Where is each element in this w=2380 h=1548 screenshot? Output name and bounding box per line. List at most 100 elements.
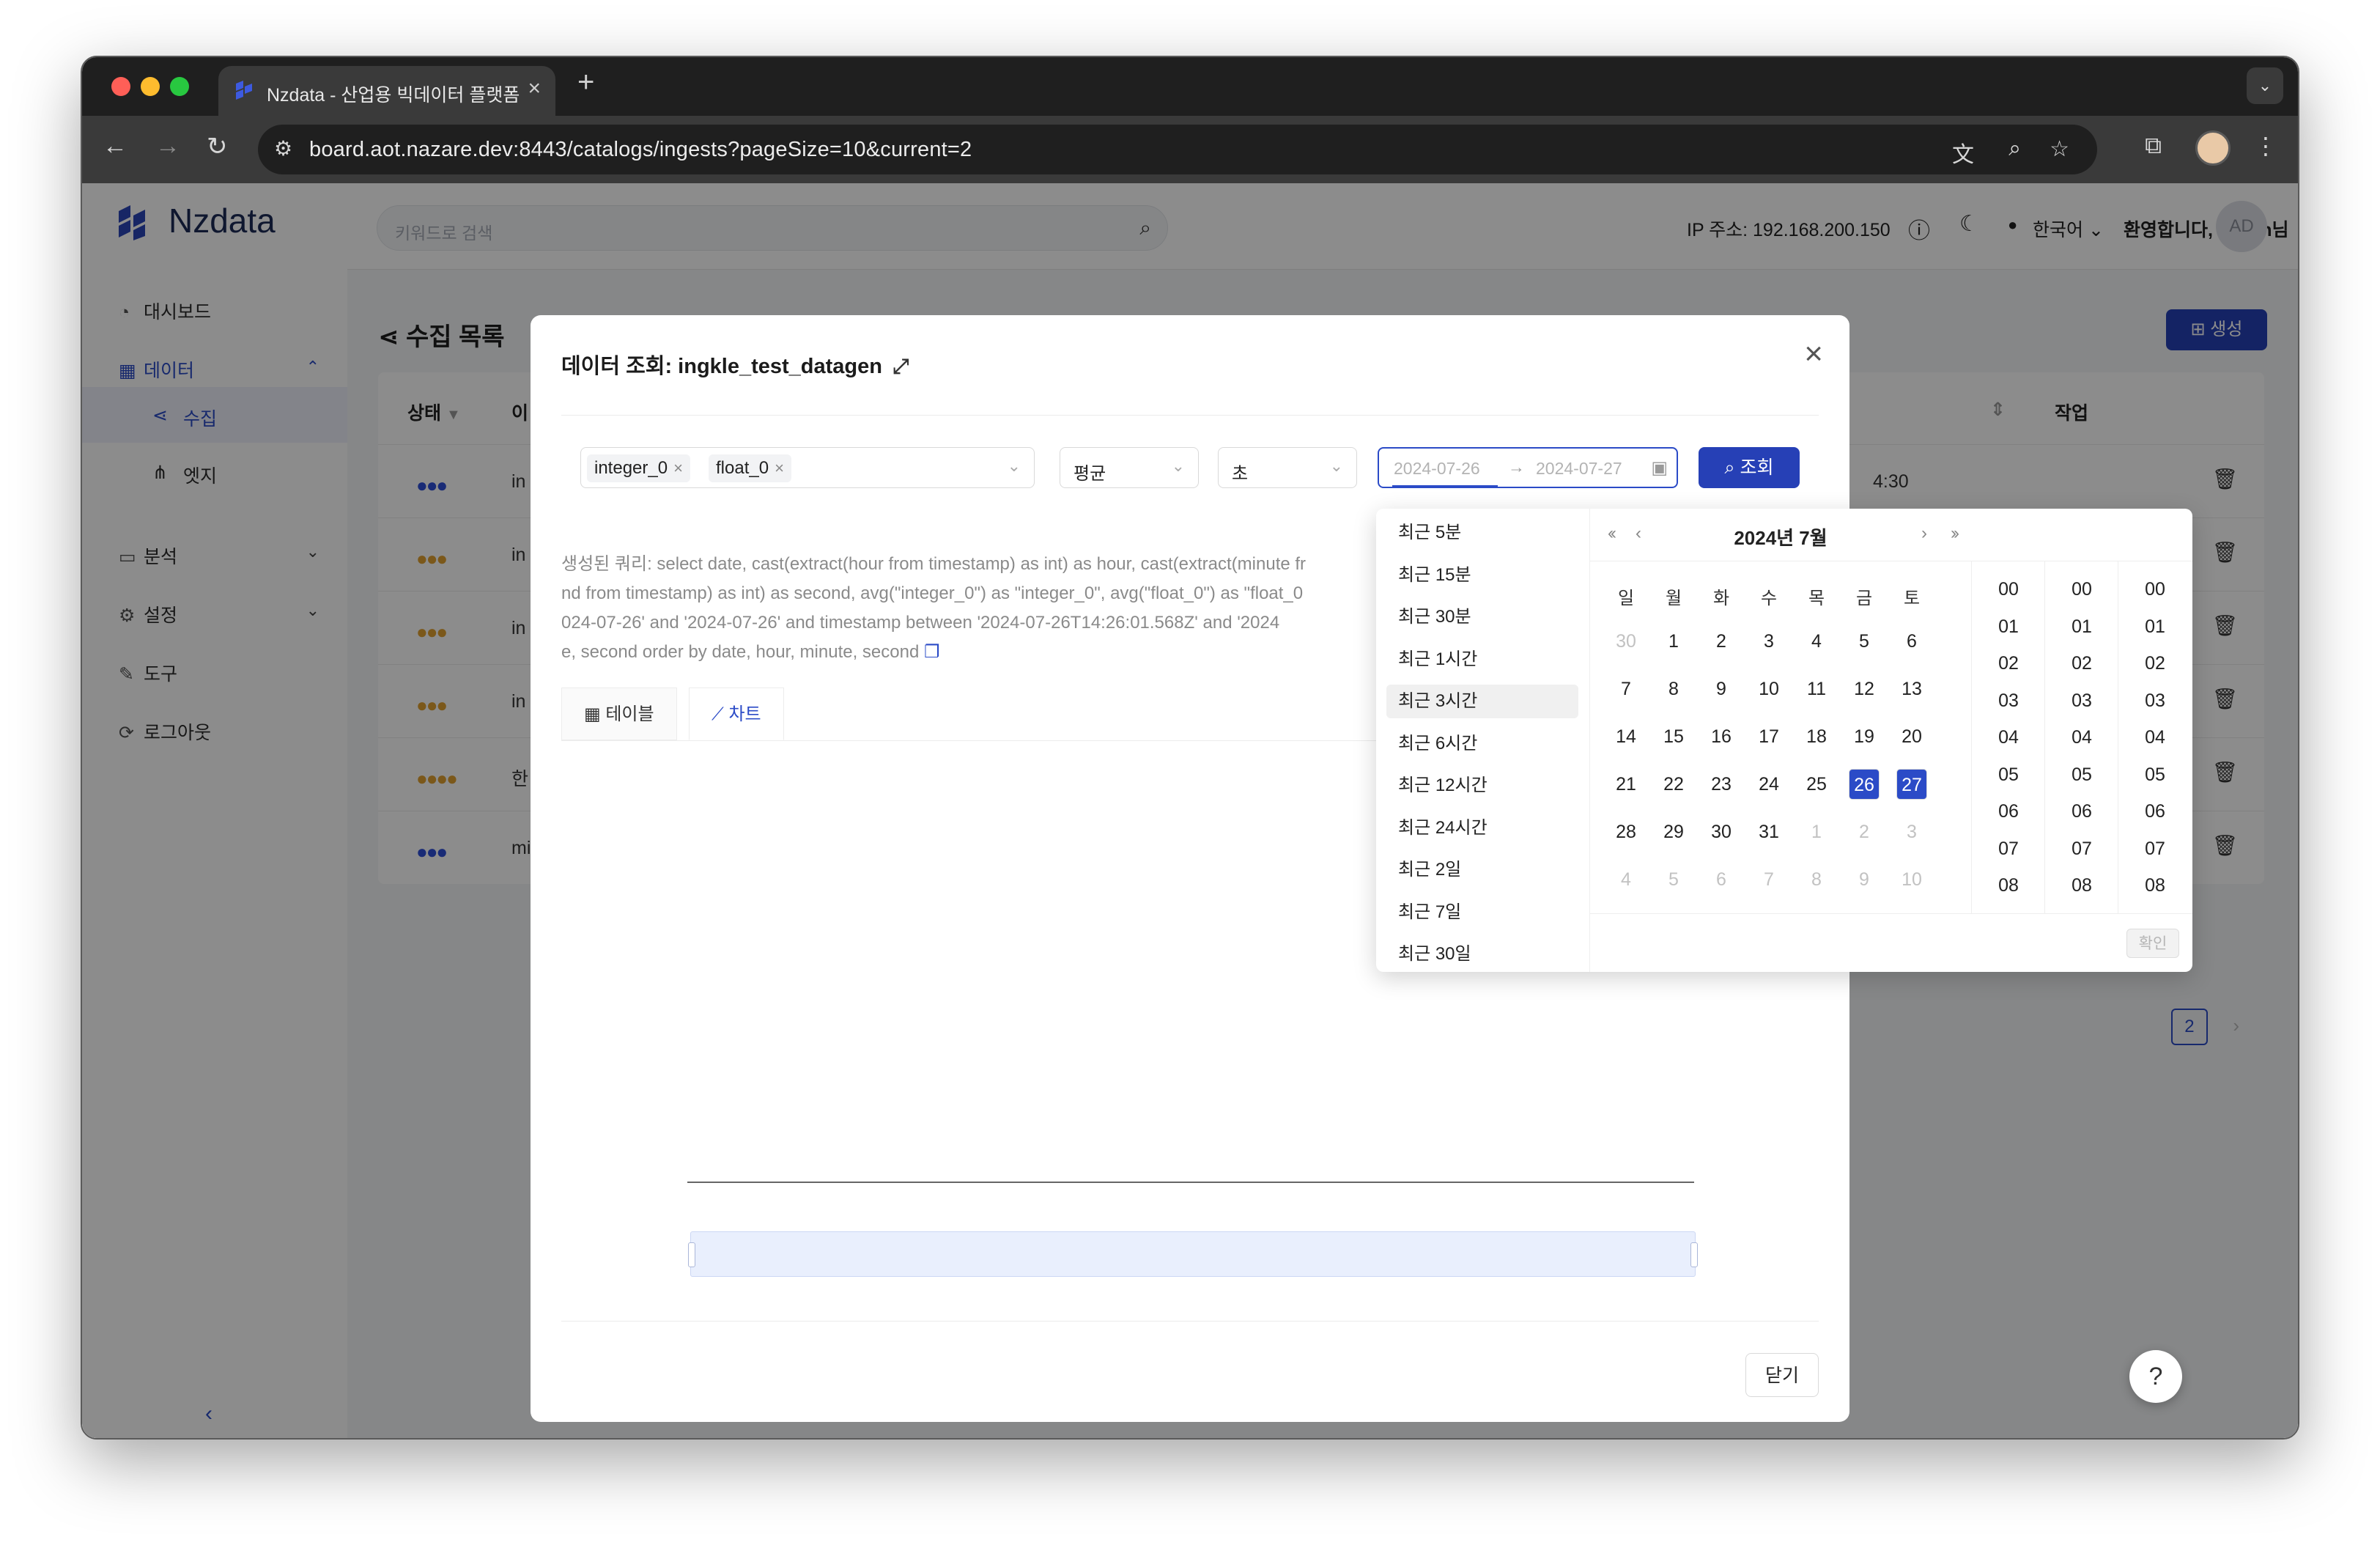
close-button[interactable]: 닫기 (1745, 1353, 1819, 1397)
tab-chart[interactable]: ⟋ 차트 (689, 688, 784, 740)
next-year-icon[interactable]: ›› (1951, 523, 1959, 544)
time-option[interactable]: 06 (1972, 801, 2045, 822)
translate-icon[interactable]: 文 (1952, 136, 1974, 169)
calendar-day[interactable]: 2 (1849, 817, 1880, 847)
preset-item[interactable]: 최근 24시간 (1386, 811, 1578, 845)
preset-item[interactable]: 최근 2일 (1386, 853, 1578, 887)
calendar-day[interactable]: 6 (1706, 864, 1737, 895)
time-option[interactable]: 08 (2045, 875, 2118, 896)
calendar-day[interactable]: 24 (1753, 769, 1784, 800)
time-option[interactable]: 04 (2045, 727, 2118, 748)
address-bar[interactable]: ⚙ board.aot.nazare.dev:8443/catalogs/ing… (258, 125, 2097, 174)
next-month-icon[interactable]: › (1921, 523, 1927, 544)
calendar-day[interactable]: 19 (1849, 721, 1880, 752)
time-option[interactable]: 00 (1972, 579, 2045, 600)
time-option[interactable]: 04 (1972, 727, 2045, 748)
close-icon[interactable]: × (1804, 336, 1823, 372)
calendar-day[interactable]: 3 (1753, 626, 1784, 657)
close-window-button[interactable] (111, 77, 130, 96)
zoom-handle-right[interactable] (1690, 1242, 1698, 1267)
calendar-day-selected[interactable]: 27 (1896, 769, 1927, 800)
close-tab-icon[interactable]: × (528, 76, 541, 101)
calendar-day[interactable]: 9 (1849, 864, 1880, 895)
time-option[interactable]: 05 (1972, 764, 2045, 786)
calendar-day[interactable]: 6 (1896, 626, 1927, 657)
time-option[interactable]: 05 (2045, 764, 2118, 786)
calendar-day[interactable]: 4 (1801, 626, 1832, 657)
zoom-icon[interactable]: ⌕ (2008, 136, 2021, 161)
time-option[interactable]: 03 (2045, 690, 2118, 712)
time-option[interactable]: 01 (1972, 616, 2045, 638)
calendar-day[interactable]: 21 (1611, 769, 1641, 800)
time-option[interactable]: 00 (2045, 579, 2118, 600)
confirm-button[interactable]: 확인 (2126, 929, 2179, 958)
browser-tab[interactable]: Nzdata - 산업용 빅데이터 플랫폼 × (218, 66, 555, 116)
date-range-picker[interactable]: 2024-07-26 → 2024-07-27 ▣ (1378, 447, 1678, 488)
time-option[interactable]: 01 (2045, 616, 2118, 638)
calendar-day[interactable]: 23 (1706, 769, 1737, 800)
preset-item[interactable]: 최근 5분 (1386, 516, 1578, 550)
minimize-window-button[interactable] (141, 77, 160, 96)
calendar-day[interactable]: 8 (1658, 674, 1689, 704)
calendar-day[interactable]: 7 (1611, 674, 1641, 704)
profile-avatar[interactable] (2195, 130, 2231, 166)
calendar-day[interactable]: 13 (1896, 674, 1927, 704)
time-option[interactable]: 02 (1972, 653, 2045, 674)
remove-tag-icon[interactable]: × (775, 459, 784, 477)
calendar-day[interactable]: 11 (1801, 674, 1832, 704)
time-unit-select[interactable]: 초 ⌄ (1218, 447, 1357, 488)
calendar-day[interactable]: 3 (1896, 817, 1927, 847)
time-option[interactable]: 08 (2118, 875, 2192, 896)
calendar-day[interactable]: 25 (1801, 769, 1832, 800)
calendar-day[interactable]: 14 (1611, 721, 1641, 752)
time-option[interactable]: 03 (1972, 690, 2045, 712)
remove-tag-icon[interactable]: × (673, 459, 683, 477)
calendar-day[interactable]: 10 (1753, 674, 1784, 704)
time-option[interactable]: 00 (2118, 579, 2192, 600)
maximize-window-button[interactable] (170, 77, 189, 96)
calendar-day[interactable]: 22 (1658, 769, 1689, 800)
calendar-day[interactable]: 31 (1753, 817, 1784, 847)
calendar-day[interactable]: 29 (1658, 817, 1689, 847)
calendar-day[interactable]: 30 (1706, 817, 1737, 847)
calendar-day[interactable]: 4 (1611, 864, 1641, 895)
time-option[interactable]: 06 (2118, 801, 2192, 822)
bookmark-star-icon[interactable]: ☆ (2050, 136, 2069, 162)
range-start-input[interactable]: 2024-07-26 (1394, 459, 1480, 479)
time-option[interactable]: 08 (1972, 875, 2045, 896)
chart-zoom-slider[interactable] (688, 1231, 1698, 1277)
tab-search-button[interactable]: ⌄ (2247, 67, 2283, 104)
zoom-handle-left[interactable] (688, 1242, 695, 1267)
forward-icon[interactable]: → (155, 132, 180, 161)
help-icon[interactable]: ? (2129, 1350, 2182, 1403)
copy-icon[interactable]: ❐ (924, 642, 940, 662)
new-tab-button[interactable]: + (577, 66, 594, 99)
calendar-day[interactable]: 17 (1753, 721, 1784, 752)
calendar-day[interactable]: 9 (1706, 674, 1737, 704)
calendar-day[interactable]: 28 (1611, 817, 1641, 847)
calendar-day[interactable]: 30 (1611, 626, 1641, 657)
chrome-menu-icon[interactable]: ⋮ (2254, 132, 2277, 160)
preset-item[interactable]: 최근 30일 (1386, 937, 1578, 971)
time-option[interactable]: 07 (2045, 838, 2118, 860)
calendar-day[interactable]: 16 (1706, 721, 1737, 752)
calendar-day[interactable]: 1 (1658, 626, 1689, 657)
time-option[interactable]: 01 (2118, 616, 2192, 638)
reload-icon[interactable]: ↻ (207, 132, 228, 161)
calendar-day[interactable]: 5 (1849, 626, 1880, 657)
calendar-day[interactable]: 2 (1706, 626, 1737, 657)
preset-item[interactable]: 최근 15분 (1386, 559, 1578, 592)
calendar-day[interactable]: 8 (1801, 864, 1832, 895)
time-option[interactable]: 02 (2045, 653, 2118, 674)
site-settings-icon[interactable]: ⚙ (274, 136, 292, 161)
calendar-day[interactable]: 1 (1801, 817, 1832, 847)
calendar-day[interactable]: 12 (1849, 674, 1880, 704)
preset-item[interactable]: 최근 1시간 (1386, 643, 1578, 677)
calendar-day[interactable]: 15 (1658, 721, 1689, 752)
extensions-icon[interactable]: ⧉ (2145, 132, 2162, 160)
calendar-day[interactable]: 5 (1658, 864, 1689, 895)
time-option[interactable]: 05 (2118, 764, 2192, 786)
time-option[interactable]: 07 (2118, 838, 2192, 860)
column-multiselect[interactable]: integer_0 × float_0 × ⌄ (580, 447, 1035, 488)
preset-item[interactable]: 최근 7일 (1386, 896, 1578, 929)
